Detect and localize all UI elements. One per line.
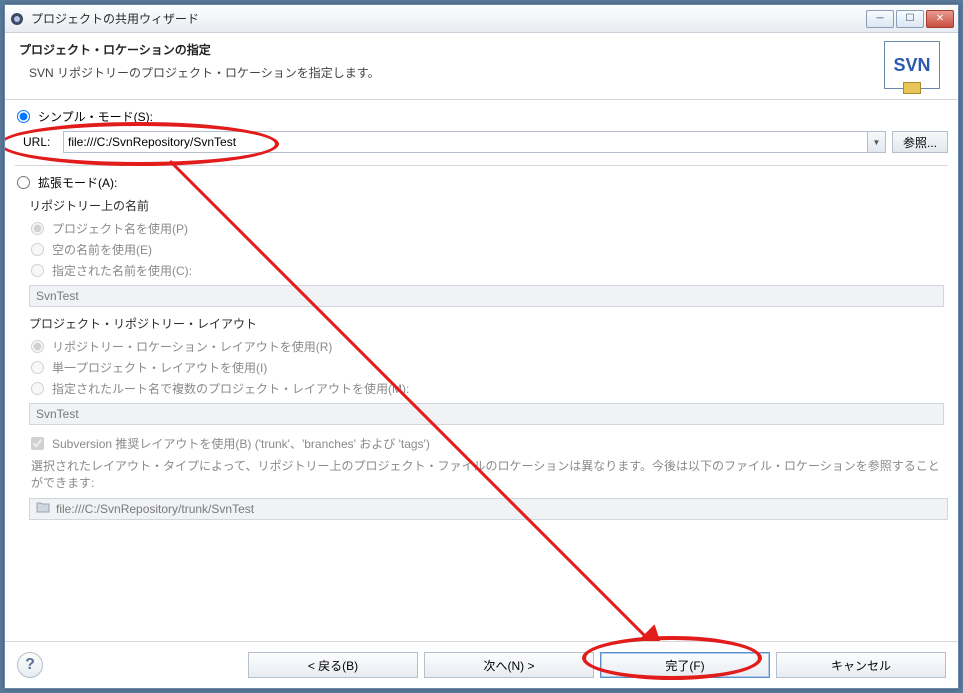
- url-combo: ▼: [63, 131, 886, 153]
- url-label: URL:: [23, 135, 57, 149]
- finish-button[interactable]: 完了(F): [600, 652, 770, 678]
- use-empty-name-radio: [31, 243, 44, 256]
- use-specified-name-label: 指定された名前を使用(C):: [52, 262, 192, 279]
- wizard-header: プロジェクト・ロケーションの指定 SVN リポジトリーのプロジェクト・ロケーショ…: [5, 33, 958, 100]
- page-subtitle: SVN リポジトリーのプロジェクト・ロケーションを指定します。: [29, 64, 884, 81]
- back-button[interactable]: < 戻る(B): [248, 652, 418, 678]
- close-button[interactable]: ✕: [926, 10, 954, 28]
- use-single-project-radio: [31, 361, 44, 374]
- use-multi-root-label: 指定されたルート名で複数のプロジェクト・レイアウトを使用(M):: [52, 380, 409, 397]
- app-icon: [9, 11, 25, 27]
- separator: [15, 165, 948, 166]
- minimize-button[interactable]: ─: [866, 10, 894, 28]
- maximize-button[interactable]: ☐: [896, 10, 924, 28]
- simple-mode-radio[interactable]: [17, 110, 30, 123]
- url-row: URL: ▼ 参照...: [23, 131, 948, 153]
- wizard-footer: ? < 戻る(B) 次へ(N) > 完了(F) キャンセル: [5, 641, 958, 688]
- folder-icon: [36, 501, 50, 516]
- use-location-layout-label: リポジトリー・ロケーション・レイアウトを使用(R): [52, 338, 332, 355]
- simple-mode-row: シンプル・モード(S):: [15, 106, 948, 127]
- advanced-mode-radio[interactable]: [17, 176, 30, 189]
- url-input[interactable]: [63, 131, 868, 153]
- use-location-layout-radio: [31, 340, 44, 353]
- svn-banner-text: SVN: [893, 55, 930, 76]
- url-dropdown-button[interactable]: ▼: [868, 131, 886, 153]
- use-multi-root-radio: [31, 382, 44, 395]
- layout-note: 選択されたレイアウト・タイプによって、リポジトリー上のプロジェクト・ファイルのロ…: [31, 458, 946, 492]
- advanced-mode-label: 拡張モード(A):: [38, 174, 117, 191]
- next-button[interactable]: 次へ(N) >: [424, 652, 594, 678]
- svn-banner-icon: SVN: [884, 41, 940, 89]
- browse-button[interactable]: 参照...: [892, 131, 948, 153]
- advanced-mode-row: 拡張モード(A):: [15, 172, 948, 193]
- use-project-name-label: プロジェクト名を使用(P): [52, 220, 188, 237]
- recommended-layout-label: Subversion 推奨レイアウトを使用(B) ('trunk'、'branc…: [52, 435, 430, 452]
- page-title: プロジェクト・ロケーションの指定: [19, 41, 884, 58]
- recommended-layout-row: Subversion 推奨レイアウトを使用(B) ('trunk'、'branc…: [29, 433, 948, 454]
- use-specified-name-radio: [31, 264, 44, 277]
- path-preview-text: file:///C:/SvnRepository/trunk/SvnTest: [56, 502, 254, 516]
- repo-name-field: SvnTest: [29, 285, 944, 307]
- window-buttons: ─ ☐ ✕: [866, 10, 954, 28]
- help-button[interactable]: ?: [17, 652, 43, 678]
- titlebar: プロジェクトの共用ウィザード ─ ☐ ✕: [5, 5, 958, 33]
- use-project-name-radio: [31, 222, 44, 235]
- repo-name-group: リポジトリー上の名前 プロジェクト名を使用(P) 空の名前を使用(E) 指定され…: [29, 193, 948, 520]
- recommended-layout-checkbox: [31, 437, 44, 450]
- layout-root-field: SvnTest: [29, 403, 944, 425]
- wizard-window: プロジェクトの共用ウィザード ─ ☐ ✕ プロジェクト・ロケーションの指定 SV…: [4, 4, 959, 689]
- repo-name-title: リポジトリー上の名前: [29, 197, 948, 214]
- wizard-body: シンプル・モード(S): URL: ▼ 参照... 拡張モード(A): リポジト…: [5, 100, 958, 641]
- path-preview: file:///C:/SvnRepository/trunk/SvnTest: [29, 498, 948, 520]
- cancel-button[interactable]: キャンセル: [776, 652, 946, 678]
- layout-title: プロジェクト・リポジトリー・レイアウト: [29, 315, 948, 332]
- window-title: プロジェクトの共用ウィザード: [31, 10, 866, 27]
- use-empty-name-label: 空の名前を使用(E): [52, 241, 152, 258]
- use-single-project-label: 単一プロジェクト・レイアウトを使用(I): [52, 359, 267, 376]
- simple-mode-label: シンプル・モード(S):: [38, 108, 153, 125]
